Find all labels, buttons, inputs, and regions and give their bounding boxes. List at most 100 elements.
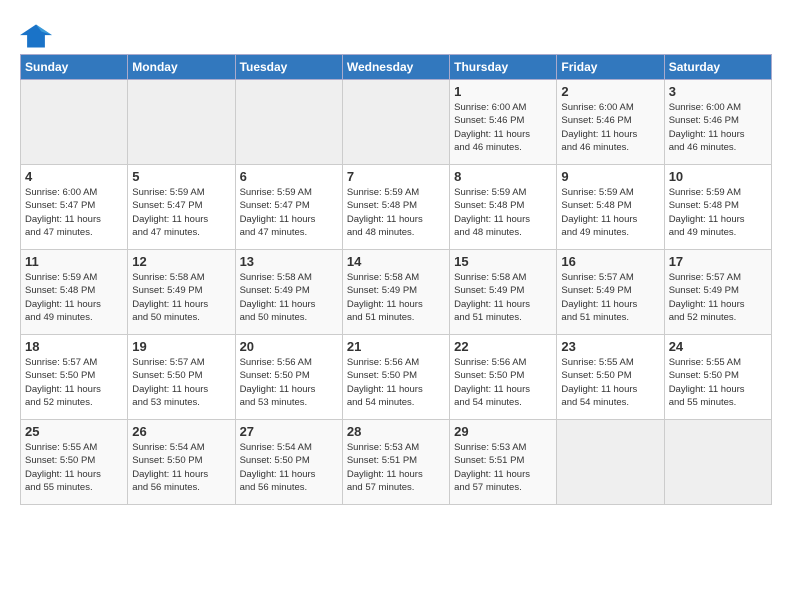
header-cell-sunday: Sunday (21, 55, 128, 80)
day-cell: 20 Sunrise: 5:56 AM Sunset: 5:50 PM Dayli… (235, 335, 342, 420)
day-number: 27 (240, 424, 338, 439)
day-cell (128, 80, 235, 165)
day-info: Sunrise: 5:58 AM Sunset: 5:49 PM Dayligh… (132, 271, 230, 324)
day-info: Sunrise: 5:58 AM Sunset: 5:49 PM Dayligh… (454, 271, 552, 324)
day-number: 13 (240, 254, 338, 269)
day-number: 24 (669, 339, 767, 354)
day-cell: 13 Sunrise: 5:58 AM Sunset: 5:49 PM Dayli… (235, 250, 342, 335)
logo (20, 22, 56, 50)
day-cell: 9Sunrise: 5:59 AM Sunset: 5:48 PM Daylig… (557, 165, 664, 250)
day-number: 20 (240, 339, 338, 354)
day-cell: 22 Sunrise: 5:56 AM Sunset: 5:50 PM Dayli… (450, 335, 557, 420)
day-cell: 2 Sunrise: 6:00 AM Sunset: 5:46 PM Daylig… (557, 80, 664, 165)
week-row-4: 25 Sunrise: 5:55 AM Sunset: 5:50 PM Dayli… (21, 420, 772, 505)
day-number: 17 (669, 254, 767, 269)
day-cell: 10 Sunrise: 5:59 AM Sunset: 5:48 PM Dayli… (664, 165, 771, 250)
day-number: 12 (132, 254, 230, 269)
day-info: Sunrise: 5:59 AM Sunset: 5:47 PM Dayligh… (240, 186, 338, 239)
day-info: Sunrise: 5:59 AM Sunset: 5:48 PM Dayligh… (347, 186, 445, 239)
week-row-2: 11 Sunrise: 5:59 AM Sunset: 5:48 PM Dayli… (21, 250, 772, 335)
calendar-header: SundayMondayTuesdayWednesdayThursdayFrid… (21, 55, 772, 80)
day-info: Sunrise: 5:59 AM Sunset: 5:47 PM Dayligh… (132, 186, 230, 239)
day-info: Sunrise: 5:55 AM Sunset: 5:50 PM Dayligh… (561, 356, 659, 409)
day-info: Sunrise: 5:59 AM Sunset: 5:48 PM Dayligh… (454, 186, 552, 239)
day-info: Sunrise: 5:56 AM Sunset: 5:50 PM Dayligh… (347, 356, 445, 409)
day-info: Sunrise: 5:54 AM Sunset: 5:50 PM Dayligh… (132, 441, 230, 494)
day-cell (557, 420, 664, 505)
day-cell: 11 Sunrise: 5:59 AM Sunset: 5:48 PM Dayli… (21, 250, 128, 335)
day-info: Sunrise: 5:57 AM Sunset: 5:50 PM Dayligh… (25, 356, 123, 409)
day-info: Sunrise: 5:57 AM Sunset: 5:49 PM Dayligh… (669, 271, 767, 324)
day-number: 6 (240, 169, 338, 184)
day-cell: 7 Sunrise: 5:59 AM Sunset: 5:48 PM Daylig… (342, 165, 449, 250)
day-info: Sunrise: 6:00 AM Sunset: 5:46 PM Dayligh… (669, 101, 767, 154)
day-cell: 25 Sunrise: 5:55 AM Sunset: 5:50 PM Dayli… (21, 420, 128, 505)
day-number: 22 (454, 339, 552, 354)
day-info: Sunrise: 6:00 AM Sunset: 5:46 PM Dayligh… (454, 101, 552, 154)
day-number: 28 (347, 424, 445, 439)
calendar-body: 1Sunrise: 6:00 AM Sunset: 5:46 PM Daylig… (21, 80, 772, 505)
day-number: 5 (132, 169, 230, 184)
day-cell (235, 80, 342, 165)
header-cell-thursday: Thursday (450, 55, 557, 80)
day-info: Sunrise: 5:56 AM Sunset: 5:50 PM Dayligh… (240, 356, 338, 409)
day-cell: 1Sunrise: 6:00 AM Sunset: 5:46 PM Daylig… (450, 80, 557, 165)
day-number: 7 (347, 169, 445, 184)
day-info: Sunrise: 5:55 AM Sunset: 5:50 PM Dayligh… (669, 356, 767, 409)
day-cell: 28 Sunrise: 5:53 AM Sunset: 5:51 PM Dayli… (342, 420, 449, 505)
day-number: 25 (25, 424, 123, 439)
day-cell (664, 420, 771, 505)
day-info: Sunrise: 5:59 AM Sunset: 5:48 PM Dayligh… (669, 186, 767, 239)
day-cell: 27 Sunrise: 5:54 AM Sunset: 5:50 PM Dayli… (235, 420, 342, 505)
day-number: 15 (454, 254, 552, 269)
header-cell-monday: Monday (128, 55, 235, 80)
day-number: 3 (669, 84, 767, 99)
day-number: 18 (25, 339, 123, 354)
day-number: 2 (561, 84, 659, 99)
day-cell (342, 80, 449, 165)
day-number: 14 (347, 254, 445, 269)
day-number: 19 (132, 339, 230, 354)
day-info: Sunrise: 5:55 AM Sunset: 5:50 PM Dayligh… (25, 441, 123, 494)
day-cell: 3 Sunrise: 6:00 AM Sunset: 5:46 PM Daylig… (664, 80, 771, 165)
day-number: 8 (454, 169, 552, 184)
header-cell-friday: Friday (557, 55, 664, 80)
header-row: SundayMondayTuesdayWednesdayThursdayFrid… (21, 55, 772, 80)
calendar-table: SundayMondayTuesdayWednesdayThursdayFrid… (20, 54, 772, 505)
day-cell: 29 Sunrise: 5:53 AM Sunset: 5:51 PM Dayli… (450, 420, 557, 505)
day-number: 10 (669, 169, 767, 184)
week-row-1: 4 Sunrise: 6:00 AM Sunset: 5:47 PM Daylig… (21, 165, 772, 250)
day-number: 11 (25, 254, 123, 269)
day-info: Sunrise: 5:58 AM Sunset: 5:49 PM Dayligh… (347, 271, 445, 324)
day-cell: 16Sunrise: 5:57 AM Sunset: 5:49 PM Dayli… (557, 250, 664, 335)
day-number: 16 (561, 254, 659, 269)
week-row-3: 18 Sunrise: 5:57 AM Sunset: 5:50 PM Dayli… (21, 335, 772, 420)
day-info: Sunrise: 5:54 AM Sunset: 5:50 PM Dayligh… (240, 441, 338, 494)
day-cell: 21 Sunrise: 5:56 AM Sunset: 5:50 PM Dayli… (342, 335, 449, 420)
day-number: 26 (132, 424, 230, 439)
day-cell: 17 Sunrise: 5:57 AM Sunset: 5:49 PM Dayli… (664, 250, 771, 335)
day-info: Sunrise: 5:59 AM Sunset: 5:48 PM Dayligh… (25, 271, 123, 324)
day-cell: 19 Sunrise: 5:57 AM Sunset: 5:50 PM Dayli… (128, 335, 235, 420)
day-info: Sunrise: 5:56 AM Sunset: 5:50 PM Dayligh… (454, 356, 552, 409)
day-cell: 23 Sunrise: 5:55 AM Sunset: 5:50 PM Dayli… (557, 335, 664, 420)
day-number: 4 (25, 169, 123, 184)
day-cell: 15 Sunrise: 5:58 AM Sunset: 5:49 PM Dayli… (450, 250, 557, 335)
day-cell: 6 Sunrise: 5:59 AM Sunset: 5:47 PM Daylig… (235, 165, 342, 250)
day-info: Sunrise: 5:58 AM Sunset: 5:49 PM Dayligh… (240, 271, 338, 324)
day-cell: 5 Sunrise: 5:59 AM Sunset: 5:47 PM Daylig… (128, 165, 235, 250)
day-cell: 14 Sunrise: 5:58 AM Sunset: 5:49 PM Dayli… (342, 250, 449, 335)
day-info: Sunrise: 5:57 AM Sunset: 5:50 PM Dayligh… (132, 356, 230, 409)
day-info: Sunrise: 6:00 AM Sunset: 5:47 PM Dayligh… (25, 186, 123, 239)
day-info: Sunrise: 5:53 AM Sunset: 5:51 PM Dayligh… (454, 441, 552, 494)
day-number: 21 (347, 339, 445, 354)
day-number: 23 (561, 339, 659, 354)
day-info: Sunrise: 6:00 AM Sunset: 5:46 PM Dayligh… (561, 101, 659, 154)
day-cell: 26 Sunrise: 5:54 AM Sunset: 5:50 PM Dayli… (128, 420, 235, 505)
day-cell (21, 80, 128, 165)
header-cell-wednesday: Wednesday (342, 55, 449, 80)
day-number: 29 (454, 424, 552, 439)
day-number: 9 (561, 169, 659, 184)
header-cell-tuesday: Tuesday (235, 55, 342, 80)
day-info: Sunrise: 5:53 AM Sunset: 5:51 PM Dayligh… (347, 441, 445, 494)
